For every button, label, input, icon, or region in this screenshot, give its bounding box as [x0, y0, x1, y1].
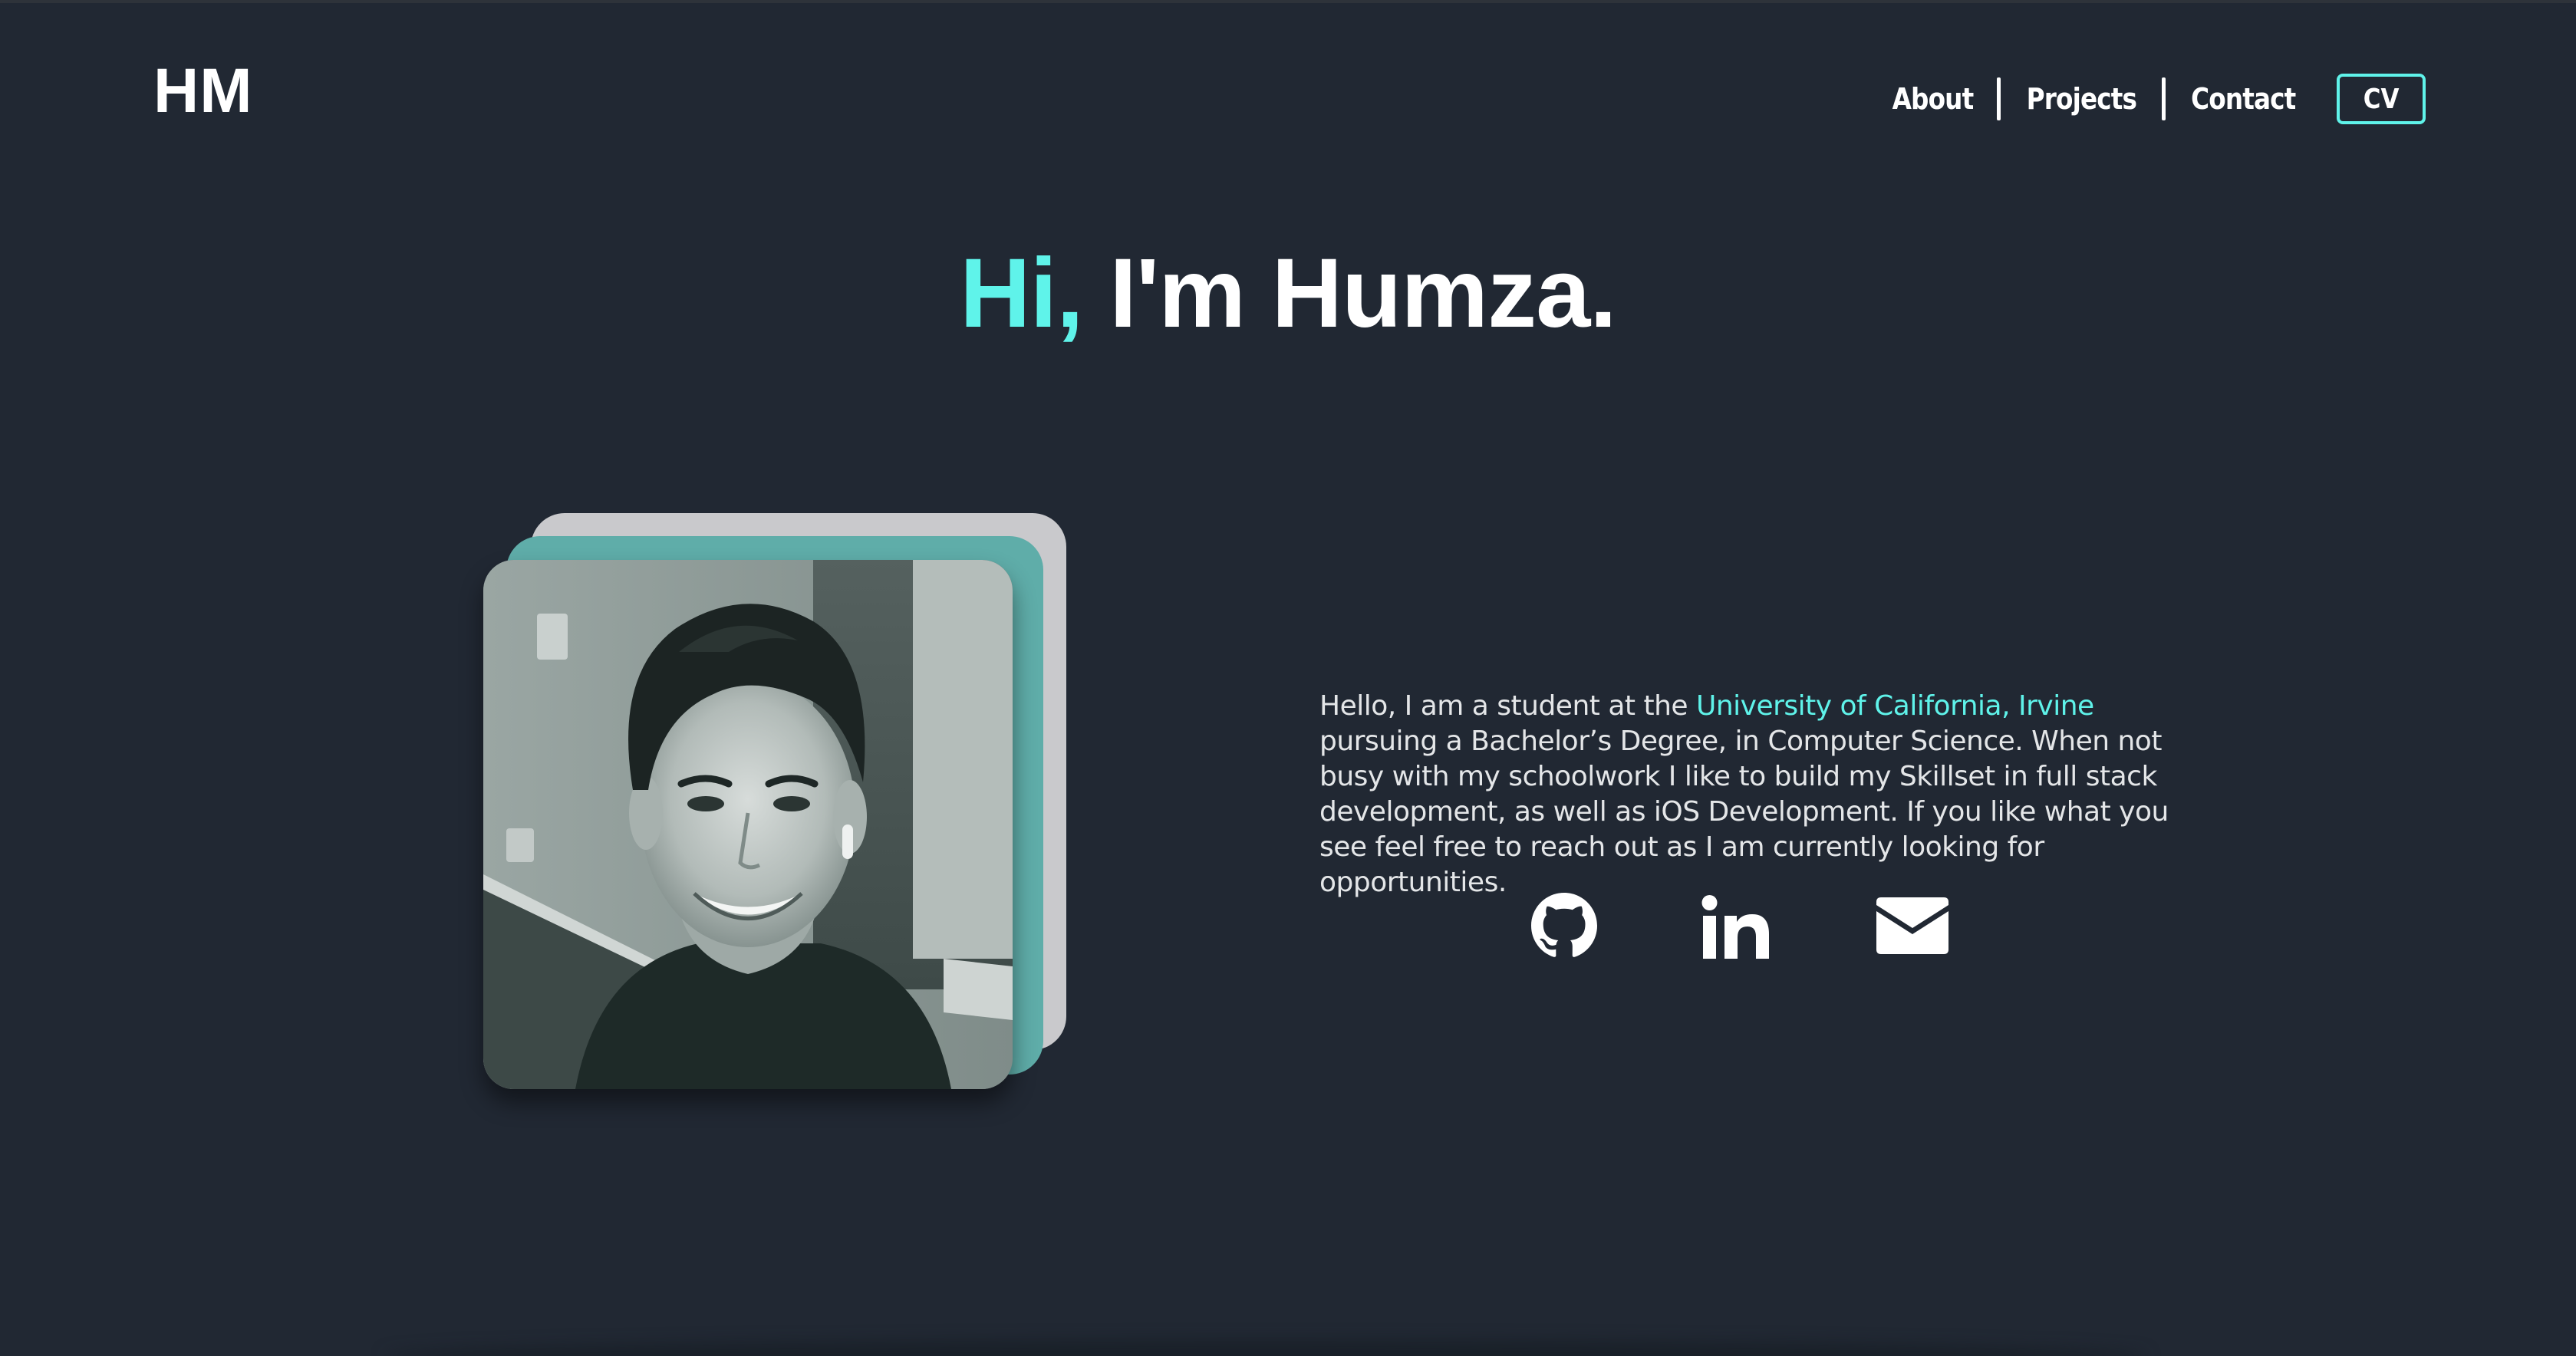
bio-text: Hello, I am a student at the University …	[1319, 689, 2194, 900]
site-logo[interactable]: HM	[153, 55, 253, 127]
footer-shadow	[384, 1341, 2148, 1356]
nav-about-link[interactable]: About	[1892, 82, 1974, 116]
mail-link[interactable]	[1875, 893, 1950, 961]
nav-contact-link[interactable]: Contact	[2192, 82, 2297, 116]
profile-photo-stack	[476, 513, 1074, 1096]
portrait-image	[483, 560, 1013, 1089]
page: HM About Projects Contact CV Hi, I'm Hum…	[0, 0, 2576, 1356]
cv-button[interactable]: CV	[2337, 74, 2426, 124]
hero-title: Hi, I'm Humza.	[0, 237, 2576, 350]
github-link[interactable]	[1531, 893, 1597, 963]
bio-rest: pursuing a Bachelor’s Degree, in Compute…	[1319, 726, 2169, 898]
profile-photo	[483, 560, 1013, 1089]
nav-divider	[1996, 77, 2001, 120]
nav-divider	[2162, 77, 2166, 120]
linkedin-icon	[1701, 895, 1769, 959]
social-links	[0, 893, 2576, 977]
bio-intro: Hello, I am a student at the	[1319, 690, 1696, 722]
github-icon	[1531, 893, 1597, 957]
main-nav: About Projects Contact CV	[1886, 71, 2426, 127]
nav-projects-link[interactable]: Projects	[2026, 82, 2136, 116]
university-link[interactable]: University of California, Irvine	[1696, 690, 2094, 722]
linkedin-link[interactable]	[1701, 893, 1771, 966]
cv-button-label: CV	[2363, 83, 2400, 115]
mail-icon	[1876, 897, 1948, 954]
hero-name: I'm Humza.	[1109, 239, 1617, 348]
hero-greeting: Hi,	[960, 239, 1084, 348]
